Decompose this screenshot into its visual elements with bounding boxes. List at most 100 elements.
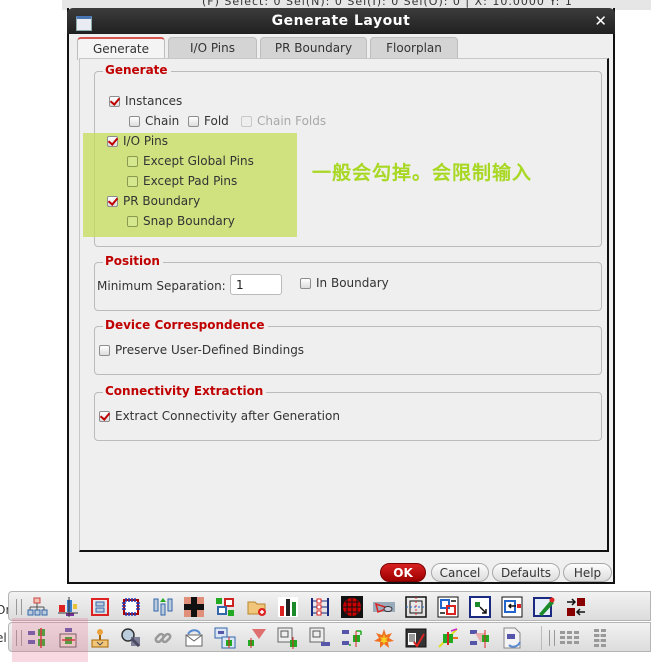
- min-separation-label: Minimum Separation:: [97, 279, 226, 293]
- bar-chart-icon[interactable]: [277, 596, 299, 618]
- probe-icon[interactable]: [437, 627, 459, 649]
- tab-floorplan[interactable]: Floorplan: [370, 37, 458, 59]
- instance-pin-icon[interactable]: [277, 627, 299, 649]
- pr-boundary-option[interactable]: PR Boundary: [107, 194, 200, 208]
- extract-connectivity-option[interactable]: Extract Connectivity after Generation: [99, 409, 340, 423]
- except-global-pins-option[interactable]: Except Global Pins: [127, 154, 254, 168]
- checklist-window-icon[interactable]: [405, 627, 427, 649]
- toolbar-separator: [541, 626, 542, 650]
- tab-generate[interactable]: Generate: [77, 37, 165, 60]
- chain-checkbox[interactable]: [129, 115, 140, 127]
- inspect-magnifier-icon[interactable]: [120, 627, 142, 649]
- chain-folds-label: Chain Folds: [257, 114, 327, 128]
- fold-option[interactable]: Fold: [188, 114, 229, 128]
- pr-boundary-label: PR Boundary: [123, 194, 201, 208]
- connectivity-extraction-group: Connectivity Extraction Extract Connecti…: [94, 384, 602, 441]
- in-boundary-option[interactable]: In Boundary: [300, 276, 389, 290]
- explosion-icon[interactable]: [373, 627, 395, 649]
- quadrant-icon[interactable]: [183, 596, 205, 618]
- pr-boundary-checkbox[interactable]: [107, 195, 118, 207]
- instances-checkbox[interactable]: [109, 95, 120, 107]
- tab-pr-boundary[interactable]: PR Boundary: [260, 37, 367, 59]
- check-marker-icon[interactable]: [246, 627, 268, 649]
- defaults-button[interactable]: Defaults: [492, 563, 560, 582]
- swap-box-icon[interactable]: [437, 596, 459, 618]
- extract-connectivity-label: Extract Connectivity after Generation: [115, 409, 340, 423]
- toolbar-top: [8, 591, 651, 621]
- toolbar-grip-3[interactable]: [549, 630, 555, 646]
- generate-layout-dialog: Generate Layout ✕ Generate I/O Pins PR B…: [67, 8, 615, 584]
- except-pad-pins-option[interactable]: Except Pad Pins: [127, 174, 237, 188]
- background-window-edge: Or el: [0, 596, 8, 656]
- pin-up-icon[interactable]: [152, 596, 174, 618]
- toolbar-bottom: [8, 622, 651, 652]
- fold-label: Fold: [204, 114, 229, 128]
- close-icon[interactable]: ✕: [594, 12, 607, 30]
- min-separation-input[interactable]: [230, 274, 282, 295]
- in-boundary-checkbox[interactable]: [300, 277, 311, 289]
- dialog-titlebar[interactable]: Generate Layout ✕: [67, 8, 615, 34]
- move-left-icon[interactable]: [501, 596, 523, 618]
- device-correspondence-group: Device Correspondence Preserve User-Defi…: [94, 318, 602, 375]
- annotation-text: 一般会勾掉。会限制输入: [312, 162, 533, 184]
- exchange-arrows-icon[interactable]: [565, 596, 587, 618]
- except-global-pins-label: Except Global Pins: [143, 154, 254, 168]
- cancel-button[interactable]: Cancel: [431, 563, 489, 582]
- snap-boundary-label: Snap Boundary: [143, 214, 235, 228]
- edge-text-1: Or: [0, 603, 8, 617]
- toolbar-grip[interactable]: [16, 599, 22, 615]
- chain-option[interactable]: Chain: [129, 114, 179, 128]
- except-global-pins-checkbox[interactable]: [127, 155, 138, 167]
- globe-grid-icon[interactable]: [341, 596, 363, 618]
- preserve-bindings-label: Preserve User-Defined Bindings: [115, 343, 305, 357]
- connectivity-extraction-title: Connectivity Extraction: [103, 384, 267, 398]
- help-button[interactable]: Help: [563, 563, 612, 582]
- preserve-bindings-checkbox[interactable]: [99, 344, 110, 356]
- position-group: Position Minimum Separation: In Boundary: [94, 254, 602, 311]
- pad-ring-icon[interactable]: [120, 596, 142, 618]
- ladder-icon[interactable]: [309, 596, 331, 618]
- device-correspondence-title: Device Correspondence: [103, 318, 268, 332]
- open-folder-icon[interactable]: [246, 596, 268, 618]
- toolbar-highlight: [12, 618, 88, 662]
- instance-pin-2-icon[interactable]: [309, 627, 331, 649]
- ok-button[interactable]: OK: [380, 563, 426, 582]
- except-pad-pins-label: Except Pad Pins: [143, 174, 238, 188]
- connect-update-icon[interactable]: [469, 627, 491, 649]
- except-pad-pins-checkbox[interactable]: [127, 175, 138, 187]
- table-grid-2-icon[interactable]: [589, 627, 611, 649]
- view-eye-icon[interactable]: [373, 596, 395, 618]
- tab-io-pins[interactable]: I/O Pins: [168, 37, 257, 59]
- chain-label: Chain: [145, 114, 180, 128]
- edit-pencil-icon[interactable]: [533, 596, 555, 618]
- snap-boundary-checkbox[interactable]: [127, 215, 138, 227]
- group-icon[interactable]: [89, 596, 111, 618]
- swap-components-icon[interactable]: [341, 627, 363, 649]
- generate-group-title: Generate: [103, 63, 171, 77]
- envelope-update-icon[interactable]: [183, 627, 205, 649]
- chain-link-icon[interactable]: [152, 627, 174, 649]
- instances-option[interactable]: Instances: [109, 94, 182, 108]
- hierarchy-tree-icon[interactable]: [26, 596, 48, 618]
- table-grid-icon[interactable]: [558, 627, 580, 649]
- extract-connectivity-checkbox[interactable]: [99, 410, 110, 422]
- crosshair-box-icon[interactable]: [405, 596, 427, 618]
- placement-icon[interactable]: [214, 596, 236, 618]
- move-corner-icon[interactable]: [469, 596, 491, 618]
- dialog-title: Generate Layout: [271, 13, 411, 29]
- position-group-title: Position: [103, 254, 163, 268]
- instances-label: Instances: [125, 94, 183, 108]
- document-update-icon[interactable]: [501, 627, 523, 649]
- align-cells-icon[interactable]: [57, 596, 79, 618]
- io-pins-option[interactable]: I/O Pins: [107, 134, 168, 148]
- io-pins-checkbox[interactable]: [107, 135, 118, 147]
- chain-folds-option: Chain Folds: [241, 114, 326, 128]
- background-status-text: (F) Select: 0 Sel(N): 0 Sel(I): 0 Sel(O)…: [202, 0, 573, 8]
- pin-upload-icon[interactable]: [89, 627, 111, 649]
- chain-folds-checkbox: [241, 115, 252, 127]
- preserve-bindings-option[interactable]: Preserve User-Defined Bindings: [99, 343, 304, 357]
- fold-checkbox[interactable]: [188, 115, 199, 127]
- snap-boundary-option[interactable]: Snap Boundary: [127, 214, 235, 228]
- layered-instances-icon[interactable]: [214, 627, 236, 649]
- in-boundary-label: In Boundary: [316, 276, 389, 290]
